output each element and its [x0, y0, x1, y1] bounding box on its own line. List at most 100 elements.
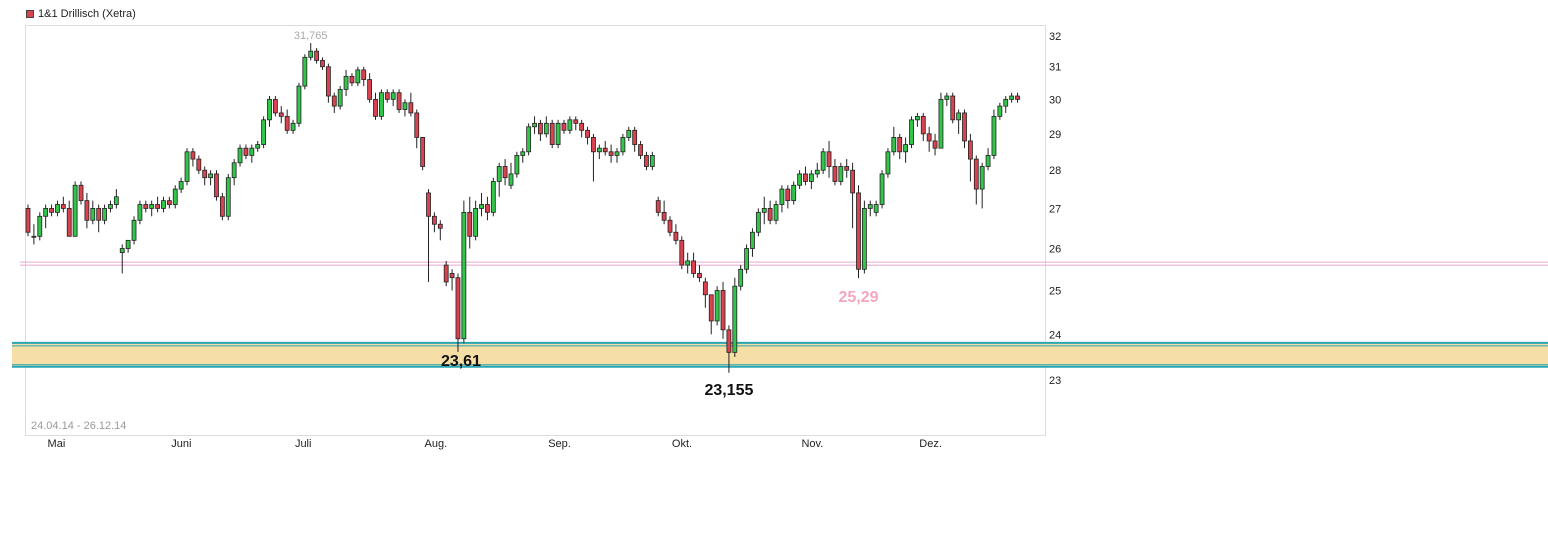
candle-body — [296, 85, 302, 124]
candle-body — [437, 223, 443, 229]
candle-body — [467, 211, 473, 237]
candle-body — [161, 200, 166, 209]
candle-body — [196, 158, 202, 171]
candle-body — [402, 102, 408, 110]
x-tick-label: Aug. — [425, 438, 448, 450]
candle-body — [214, 173, 219, 198]
candle — [991, 109, 997, 160]
candle-body — [225, 177, 231, 217]
candle-body — [149, 204, 155, 209]
candle-body — [968, 140, 973, 160]
candle-body — [137, 204, 143, 221]
candle-body — [202, 169, 208, 179]
candle-body — [914, 115, 920, 121]
candle-body — [738, 268, 744, 287]
candle-body — [932, 140, 938, 149]
candle-body — [956, 112, 962, 121]
candle-body — [255, 144, 261, 149]
candle-body — [673, 231, 679, 241]
candle-body — [526, 126, 532, 153]
candle — [732, 277, 738, 357]
candle-body — [596, 147, 602, 153]
candle — [885, 148, 891, 178]
candle-body — [490, 181, 496, 213]
candle-body — [702, 281, 708, 296]
candle-body — [614, 151, 620, 156]
candle-body — [561, 122, 567, 131]
candle-body — [585, 129, 590, 138]
candle-body — [962, 112, 967, 142]
candle-body — [508, 173, 514, 186]
candle-body — [60, 204, 66, 209]
candle — [337, 86, 343, 110]
candle — [72, 181, 78, 237]
candle-body — [985, 155, 991, 167]
candle-body — [343, 75, 349, 90]
candle — [37, 212, 43, 241]
candle-body — [620, 137, 626, 153]
candle-body — [632, 129, 638, 145]
candle-body — [997, 105, 1003, 117]
candle-body — [879, 173, 885, 205]
candle-body — [55, 204, 60, 213]
candle-body — [885, 151, 891, 175]
candle — [744, 244, 749, 274]
candle-body — [814, 169, 820, 175]
candle-body — [979, 166, 985, 190]
candle-body — [973, 158, 979, 190]
candle — [261, 116, 267, 149]
candle-body — [991, 115, 997, 156]
candle-body — [455, 277, 461, 340]
candle-body — [950, 95, 956, 121]
candle-body — [856, 192, 861, 270]
candle — [526, 123, 532, 156]
candle-body — [320, 60, 325, 68]
candle — [909, 116, 914, 149]
candle-body — [844, 166, 850, 171]
candle-body — [785, 188, 791, 202]
candle-body — [573, 119, 579, 124]
candle-body — [172, 188, 178, 205]
candle-body — [308, 50, 314, 58]
candle — [856, 185, 861, 279]
candle-body — [549, 122, 555, 145]
candle-body — [479, 204, 484, 209]
candle — [861, 200, 867, 274]
y-tick-label: 24 — [1049, 329, 1061, 341]
candle-body — [579, 122, 585, 131]
candle-body — [938, 98, 944, 149]
x-tick-label: Juli — [295, 438, 312, 450]
candle-body — [249, 147, 255, 156]
candle-body — [679, 239, 685, 266]
x-tick-label: Okt. — [672, 438, 692, 450]
candle-body — [37, 215, 43, 237]
candle-body — [926, 133, 932, 142]
candle-body — [602, 147, 608, 153]
candle-body — [726, 329, 732, 353]
candle-body — [708, 294, 714, 322]
candle-body — [832, 166, 838, 182]
candle-body — [102, 208, 107, 221]
candle-body — [779, 188, 785, 205]
candle-body — [1009, 95, 1015, 100]
candle-body — [355, 69, 361, 84]
price-annotation: 31,765 — [294, 30, 328, 42]
y-tick-label: 32 — [1049, 31, 1061, 43]
candle-body — [390, 92, 396, 100]
candle — [25, 204, 31, 237]
candle-body — [119, 248, 125, 254]
price-annotation: 23,61 — [441, 353, 481, 370]
x-tick-label: Sep. — [548, 438, 571, 450]
y-tick-label: 28 — [1049, 165, 1061, 177]
candle-body — [331, 95, 337, 107]
candle-body — [155, 204, 160, 209]
candle-body — [538, 122, 543, 135]
candle-body — [420, 137, 426, 167]
candle-body — [190, 151, 196, 160]
candle-body — [820, 151, 826, 171]
candle — [131, 216, 137, 245]
y-tick-label: 26 — [1049, 244, 1061, 256]
candle-body — [278, 112, 284, 117]
candle-body — [750, 231, 755, 249]
candle-body — [219, 196, 225, 217]
